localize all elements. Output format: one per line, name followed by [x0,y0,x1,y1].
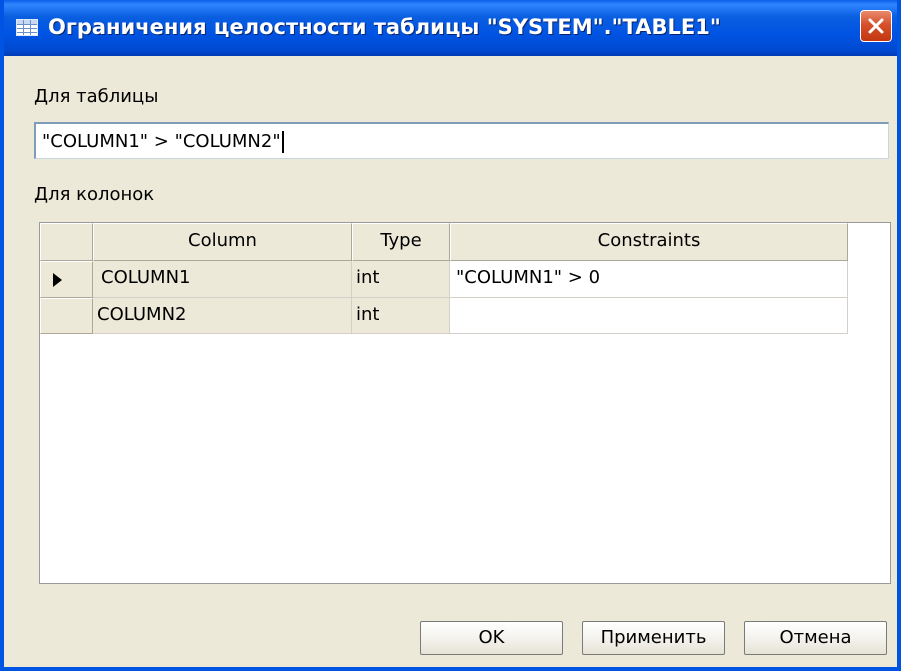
ok-button[interactable]: OK [420,621,563,655]
row-header[interactable] [40,298,93,334]
table-constraint-value: "COLUMN1" > "COLUMN2" [42,131,281,152]
grid-cell-type[interactable]: int [352,261,450,298]
column-constraints-label: Для колонок [34,184,155,205]
column-constraints-grid[interactable]: Column Type Constraints COLUMN1 int "COL… [39,222,891,584]
text-caret [281,131,284,153]
column-header-constraints[interactable]: Constraints [450,223,848,261]
window-title: Ограничения целостности таблицы "SYSTEM"… [48,15,721,39]
grid-cell-constraints[interactable] [450,298,848,334]
column-header-type[interactable]: Type [352,223,450,261]
close-button[interactable] [860,10,892,42]
table-constraint-input[interactable]: "COLUMN1" > "COLUMN2" [34,122,889,159]
grid-cell-column[interactable]: COLUMN1 [93,261,352,298]
column-header-column[interactable]: Column [93,223,352,261]
row-pointer-icon [53,273,62,287]
title-bar[interactable]: Ограничения целостности таблицы "SYSTEM"… [4,0,897,56]
grid-cell-constraints[interactable]: "COLUMN1" > 0 [450,261,848,298]
table-grid-icon [16,19,38,36]
apply-button[interactable]: Применить [582,621,725,655]
table-constraint-label: Для таблицы [34,86,159,107]
grid-cell-type[interactable]: int [352,298,450,334]
cancel-button[interactable]: Отмена [744,621,887,655]
grid-corner-header [40,223,93,261]
grid-cell-column[interactable]: COLUMN2 [93,298,352,334]
constraints-dialog: Ограничения целостности таблицы "SYSTEM"… [0,0,901,671]
row-header[interactable] [40,261,93,298]
close-icon [868,18,884,34]
